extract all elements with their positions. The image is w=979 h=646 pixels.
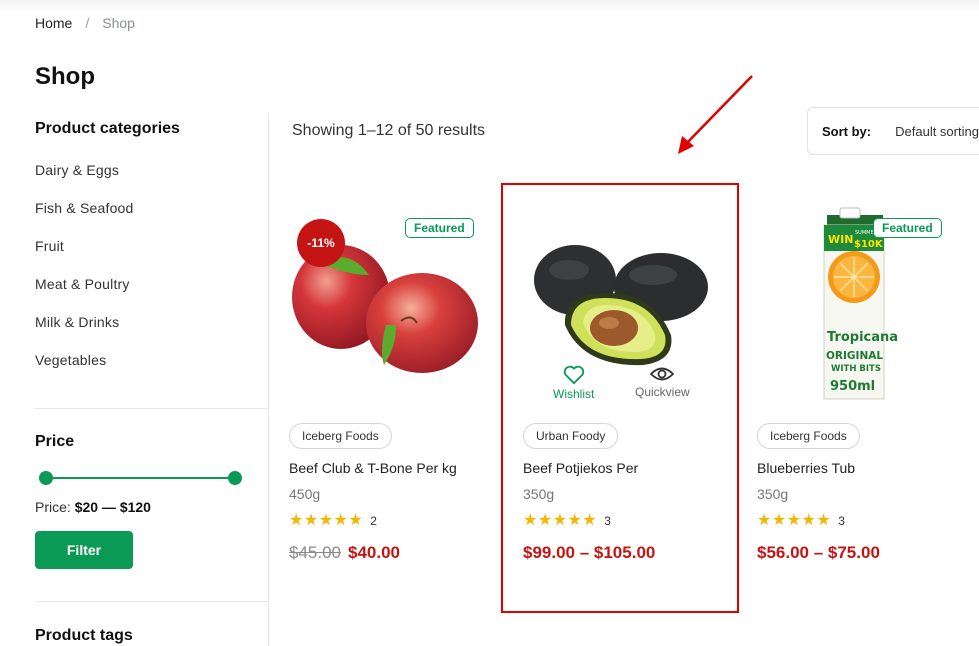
- price-slider-min-handle[interactable]: [39, 471, 53, 485]
- product-weight: 350g: [757, 486, 789, 502]
- category-dairy-eggs[interactable]: Dairy & Eggs: [35, 162, 268, 200]
- brand-tag[interactable]: Iceberg Foods: [289, 423, 392, 449]
- star-icon: ★: [771, 512, 787, 529]
- star-icon: ★: [318, 512, 334, 529]
- package-promo-amount: $10K: [854, 239, 884, 250]
- rating-count: 3: [838, 514, 845, 528]
- product-price: $56.00 – $75.00: [757, 543, 880, 562]
- star-icon: ★: [801, 512, 816, 529]
- product-name[interactable]: Blueberries Tub: [757, 460, 855, 476]
- package-promo: WIN: [828, 233, 853, 246]
- rating-count: 2: [370, 514, 377, 528]
- price-slider[interactable]: [39, 471, 242, 485]
- annotation-highlight-box: [501, 183, 739, 613]
- price-heading: Price: [35, 433, 75, 450]
- sort-label: Sort by:: [822, 123, 872, 139]
- price-slider-max-handle[interactable]: [228, 471, 242, 485]
- package-line-2: WITH BITS: [831, 364, 881, 374]
- sale-badge: -11%: [297, 219, 345, 267]
- package-brand: Tropicana: [827, 330, 898, 345]
- result-count: Showing 1–12 of 50 results: [292, 122, 486, 139]
- sale-price: $40.00: [348, 543, 400, 562]
- categories-heading: Product categories: [35, 120, 180, 137]
- rating-stars: ★ ★ ★ ★ ★ 3: [757, 513, 845, 529]
- sort-value: Default sorting: [895, 123, 979, 139]
- category-vegetables[interactable]: Vegetables: [35, 352, 268, 390]
- sidebar: Product categories Dairy & Eggs Fish & S…: [35, 120, 268, 644]
- top-shadow: [0, 0, 979, 14]
- filter-button[interactable]: Filter: [35, 531, 133, 569]
- category-meat-poultry[interactable]: Meat & Poultry: [35, 276, 268, 314]
- product-weight: 450g: [289, 486, 321, 502]
- breadcrumb-current: Shop: [102, 15, 135, 31]
- sidebar-divider: [35, 408, 268, 409]
- price-range-label: Price:: [35, 499, 71, 515]
- featured-badge: Featured: [873, 218, 942, 238]
- sort-dropdown[interactable]: Sort by: Default sorting: [807, 107, 979, 155]
- product-image-juice-carton[interactable]: WIN SUMMER OF $10K Tropicana ORIGINAL WI…: [757, 185, 979, 400]
- product-price: $45.00 $40.00: [289, 543, 400, 563]
- breadcrumb-separator: /: [85, 15, 90, 31]
- category-fruit[interactable]: Fruit: [35, 238, 268, 276]
- product-name[interactable]: Beef Club & T-Bone Per kg: [289, 460, 457, 476]
- product-card[interactable]: -11% Featured Iceberg Foods Beef Club & …: [289, 185, 523, 615]
- rating-stars: ★ ★ ★ ★ ★ 2: [289, 513, 377, 529]
- price-slider-track: [44, 477, 234, 479]
- page-title: Shop: [35, 63, 95, 90]
- sidebar-separator-line: [268, 113, 269, 646]
- product-card[interactable]: WIN SUMMER OF $10K Tropicana ORIGINAL WI…: [757, 185, 979, 615]
- star-icon: ★: [816, 512, 831, 529]
- category-fish-seafood[interactable]: Fish & Seafood: [35, 200, 268, 238]
- category-list: Dairy & Eggs Fish & Seafood Fruit Meat &…: [35, 162, 268, 390]
- star-icon: ★: [786, 512, 802, 529]
- tags-heading: Product tags: [35, 627, 133, 644]
- product-image-nectarines[interactable]: [289, 185, 523, 400]
- price-range-value: $20 — $120: [74, 499, 151, 515]
- star-icon: ★: [289, 512, 304, 529]
- package-volume: 950ml: [830, 379, 875, 394]
- breadcrumb: Home / Shop: [35, 15, 135, 31]
- breadcrumb-home-link[interactable]: Home: [35, 15, 72, 31]
- category-milk-drinks[interactable]: Milk & Drinks: [35, 314, 268, 352]
- star-icon: ★: [333, 512, 348, 529]
- brand-tag[interactable]: Iceberg Foods: [757, 423, 860, 449]
- annotation-arrow-icon: [678, 75, 753, 154]
- featured-badge: Featured: [405, 218, 474, 238]
- star-icon: ★: [303, 512, 319, 529]
- sidebar-divider: [35, 601, 268, 602]
- price-range-text: Price: $20 — $120: [35, 499, 151, 515]
- star-icon: ★: [757, 512, 772, 529]
- star-icon: ★: [348, 512, 363, 529]
- package-line-1: ORIGINAL: [826, 350, 883, 362]
- old-price: $45.00: [289, 543, 341, 562]
